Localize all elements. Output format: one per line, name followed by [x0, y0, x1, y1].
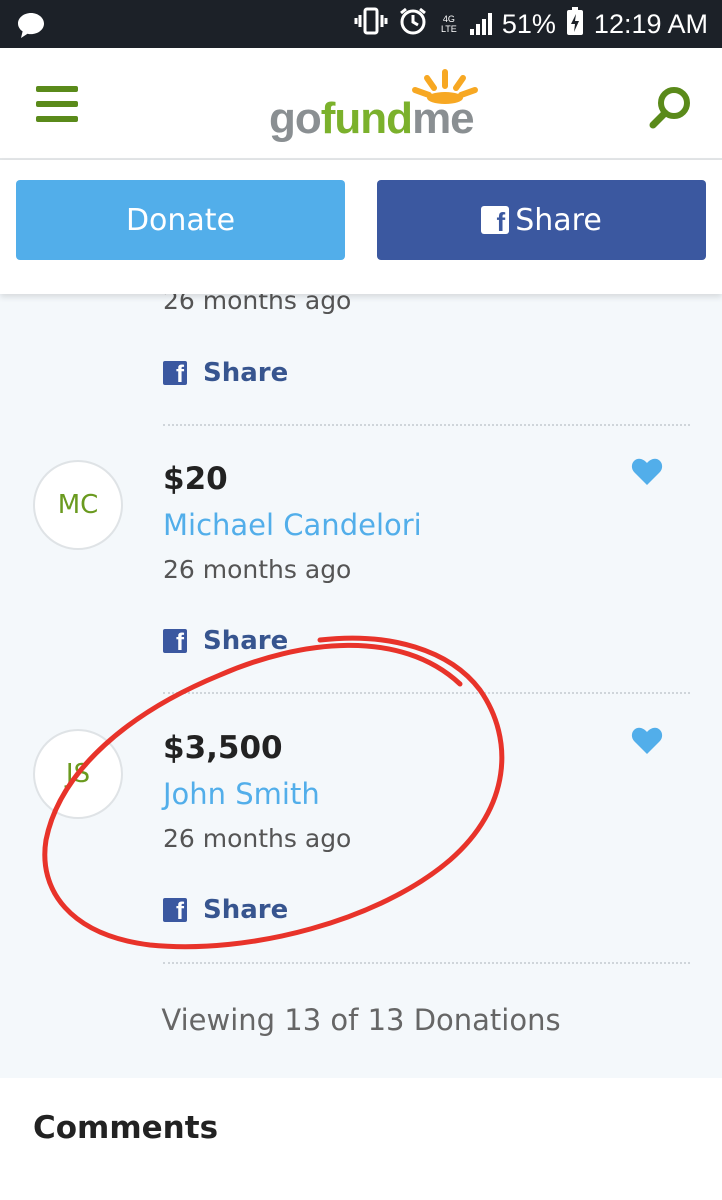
share-link-label: Share: [203, 895, 289, 925]
donor-name[interactable]: John Smith: [163, 777, 320, 811]
facebook-icon: f: [163, 898, 187, 925]
chat-notification-icon: [16, 10, 46, 45]
donation-amount: $20: [163, 461, 228, 497]
hamburger-menu-icon[interactable]: [36, 86, 78, 122]
search-icon[interactable]: [648, 84, 694, 130]
app-header: gofundme: [0, 48, 722, 160]
donation-time: 26 months ago: [163, 824, 352, 853]
donate-button[interactable]: Donate: [16, 180, 345, 260]
facebook-icon: f: [481, 206, 510, 236]
avatar: JS: [33, 729, 123, 819]
signal-strength-icon: [469, 13, 492, 35]
heart-icon[interactable]: [631, 458, 663, 486]
alarm-icon: [398, 6, 428, 43]
divider: [163, 692, 690, 694]
heart-icon[interactable]: [631, 727, 663, 755]
divider: [163, 962, 690, 964]
network-type-icon: 4G LTE: [440, 14, 457, 34]
donation-share-link[interactable]: f Share: [163, 626, 288, 656]
donor-name[interactable]: Michael Candelori: [163, 508, 422, 542]
donate-button-label: Donate: [125, 202, 236, 238]
logo-go: go: [269, 94, 322, 143]
donate-share-bar: Donate f Share: [0, 160, 722, 294]
share-button-label: Share: [515, 202, 602, 238]
logo-me: me: [412, 94, 475, 143]
battery-charging-icon: [566, 6, 584, 43]
logo-fund: fund: [320, 94, 413, 143]
donation-time: 26 months ago: [163, 294, 352, 315]
clock-time: 12:19 AM: [593, 8, 708, 39]
donations-list: 26 months ago f Share MC $20 Michael Can…: [0, 294, 722, 1078]
facebook-icon: f: [163, 629, 187, 656]
status-bar: 4G LTE 51% 12:19 AM: [0, 0, 722, 48]
donation-time: 26 months ago: [163, 555, 352, 584]
battery-percent: 51%: [501, 8, 556, 39]
divider: [163, 424, 690, 426]
vibrate-icon: [354, 7, 388, 42]
donation-share-link[interactable]: f Share: [163, 895, 288, 925]
share-link-label: Share: [203, 358, 289, 388]
gofundme-logo[interactable]: gofundme: [265, 69, 485, 143]
facebook-icon: f: [163, 361, 187, 388]
comments-section: Comments: [0, 1078, 722, 1200]
share-button[interactable]: f Share: [377, 180, 706, 260]
comments-title: Comments: [33, 1110, 219, 1146]
share-link-label: Share: [203, 626, 289, 656]
donations-count-text: Viewing 13 of 13 Donations: [161, 1003, 561, 1037]
donation-share-link[interactable]: f Share: [163, 358, 288, 388]
avatar: MC: [33, 460, 123, 550]
donation-amount: $3,500: [163, 730, 283, 766]
